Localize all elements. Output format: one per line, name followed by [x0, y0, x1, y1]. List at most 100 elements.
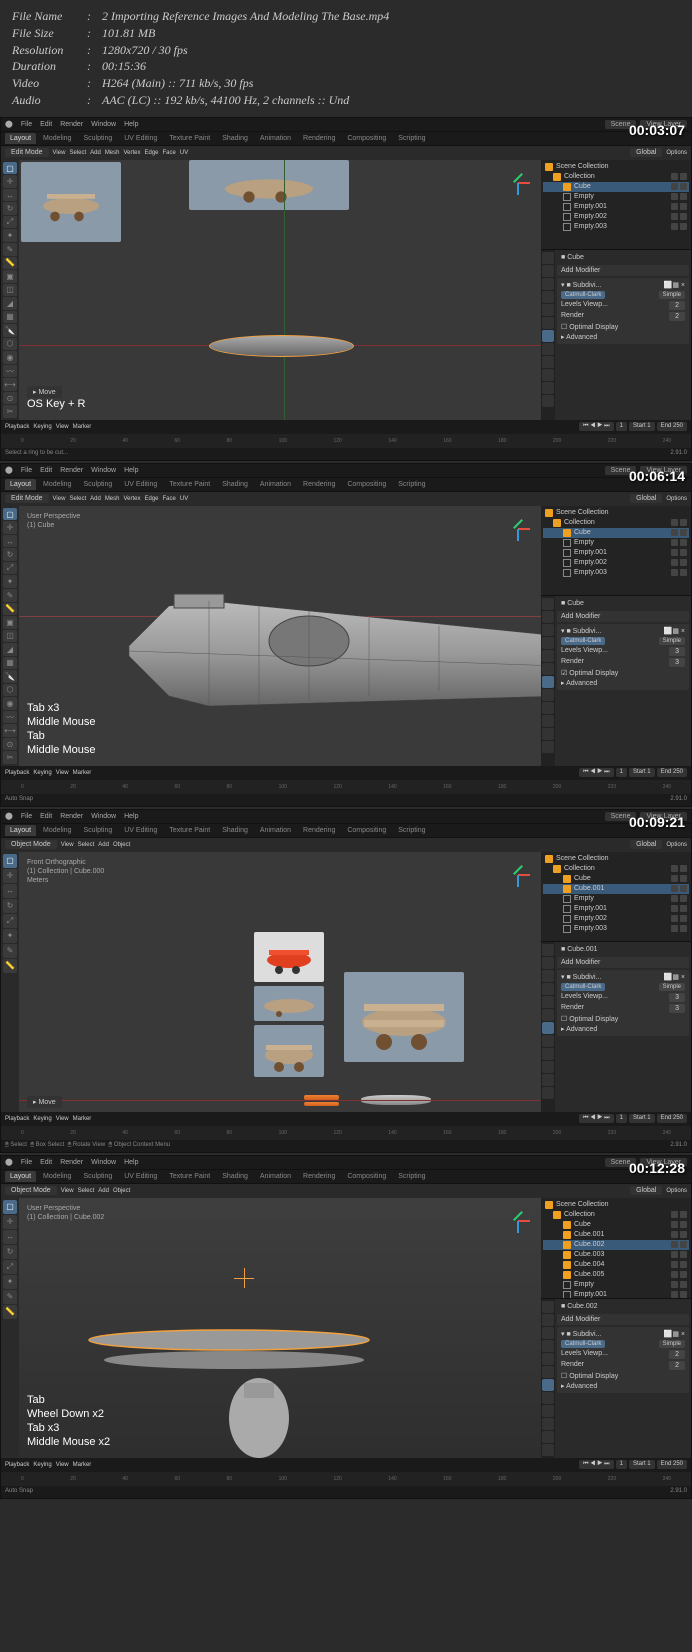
tool-inset[interactable]: ◫ [3, 284, 17, 297]
reference-image-1 [21, 162, 121, 242]
ref-wood-plane-3 [344, 972, 464, 1062]
menu-file[interactable]: File [21, 121, 32, 128]
tab-rendering[interactable]: Rendering [298, 133, 340, 144]
timestamp: 00:03:07 [629, 122, 685, 138]
ptab-constraint[interactable] [542, 369, 554, 381]
outliner[interactable]: Scene Collection Collection Cube Empty E… [541, 160, 691, 250]
nav-gizmo[interactable] [503, 1206, 533, 1236]
outliner-empty001[interactable]: Empty.001 [543, 202, 689, 212]
viewport-levels[interactable]: 2 [669, 301, 685, 310]
tab-modeling[interactable]: Modeling [38, 133, 76, 144]
viewport-3d[interactable]: User Perspective (1) Collection | Cube.0… [19, 1198, 541, 1458]
ptab-scene[interactable] [542, 291, 554, 303]
tool-rotate[interactable]: ↻ [3, 202, 17, 215]
tool-rip[interactable]: ✂ [3, 405, 17, 418]
right-side: Scene Collection Collection Cube Empty E… [541, 160, 691, 420]
tool-shrink[interactable]: ⊙ [3, 392, 17, 405]
tab-uv[interactable]: UV Editing [119, 133, 162, 144]
tl-marker[interactable]: Marker [73, 424, 92, 430]
toolbar-left: ▢ ✛ ↔ ↻ ⤢ ✦ ✎ 📏 ▣ ◫ ◢ ▦ 🔪 ⬡ ◉ 〰 ⟷ ⊙ ✂ [1, 160, 19, 420]
ptab-view[interactable] [542, 278, 554, 290]
simple-btn[interactable]: Simple [659, 291, 685, 299]
header-view[interactable]: View [53, 150, 66, 156]
menu-window[interactable]: Window [91, 121, 116, 128]
frame-1: 00:03:07 ⬤ File Edit Render Window Help … [0, 117, 692, 461]
model-fuselage [209, 335, 354, 357]
catmull-btn[interactable]: Catmull-Clark [561, 291, 605, 299]
tool-smooth[interactable]: 〰 [3, 365, 17, 378]
model-wings [79, 1318, 379, 1378]
frame-end[interactable]: End 250 [657, 422, 687, 431]
timeline[interactable]: Playback Keying View Marker ⏮ ◀ ▶ ⏭ 1 St… [1, 420, 691, 448]
header-add[interactable]: Add [90, 150, 101, 156]
ptab-object[interactable] [542, 317, 554, 329]
tool-knife[interactable]: 🔪 [3, 324, 17, 337]
tool-extrude[interactable]: ▣ [3, 270, 17, 283]
frame-current[interactable]: 1 [616, 422, 627, 431]
tool-bevel[interactable]: ◢ [3, 297, 17, 310]
viewport-3d[interactable]: Front Orthographic (1) Collection | Cube… [19, 852, 541, 1112]
operator-panel[interactable]: ▸ Move [27, 1096, 62, 1108]
tl-keying[interactable]: Keying [33, 424, 51, 430]
header-uv[interactable]: UV [180, 150, 188, 156]
reference-image-2 [189, 160, 349, 210]
tl-playback[interactable]: Playback [5, 424, 29, 430]
menu-edit[interactable]: Edit [40, 121, 52, 128]
ptab-render[interactable] [542, 252, 554, 264]
tab-shading[interactable]: Shading [217, 133, 253, 144]
nav-gizmo[interactable] [503, 860, 533, 890]
header-mesh[interactable]: Mesh [105, 150, 120, 156]
tool-loopcut[interactable]: ▦ [3, 311, 17, 324]
outliner-empty[interactable]: Empty [543, 192, 689, 202]
viewport-3d[interactable]: User Orthographic OS Key + R ▸ Move [19, 160, 541, 420]
tab-texture[interactable]: Texture Paint [164, 133, 215, 144]
outliner-empty002[interactable]: Empty.002 [543, 212, 689, 222]
render-levels[interactable]: 2 [669, 312, 685, 321]
play-controls[interactable]: ⏮ ◀ ▶ ⏭ [579, 422, 614, 431]
tab-sculpting[interactable]: Sculpting [78, 133, 117, 144]
header-edge[interactable]: Edge [145, 150, 159, 156]
tl-view[interactable]: View [56, 424, 69, 430]
tab-layout[interactable]: Layout [5, 133, 36, 144]
menu-help[interactable]: Help [124, 121, 138, 128]
ptab-world[interactable] [542, 304, 554, 316]
tab-scripting[interactable]: Scripting [393, 133, 430, 144]
menu-render[interactable]: Render [60, 121, 83, 128]
ptab-output[interactable] [542, 265, 554, 277]
viewport-3d[interactable]: User Perspective (1) Cube Tab x3 Middle … [19, 506, 541, 766]
ptab-material[interactable] [542, 395, 554, 407]
timeline-ruler[interactable]: 020406080100120140160180200220240 [1, 434, 691, 448]
header-vertex[interactable]: Vertex [123, 150, 140, 156]
nav-gizmo[interactable] [503, 168, 533, 198]
tool-measure[interactable]: 📏 [3, 257, 17, 270]
ptab-data[interactable] [542, 382, 554, 394]
frame-3: 00:09:21 ⬤ FileEdit RenderWindow Help Sc… [0, 809, 692, 1153]
nav-gizmo[interactable] [503, 514, 533, 544]
tool-move[interactable]: ↔ [3, 189, 17, 202]
frame-start[interactable]: Start 1 [629, 422, 655, 431]
options[interactable]: Options [666, 150, 687, 156]
tab-animation[interactable]: Animation [255, 133, 296, 144]
properties-panel: ■ Cube Add Modifier ▾ ■ Subdivi...⬜▦ × C… [555, 250, 691, 420]
empty-icon [563, 223, 571, 231]
mode-select[interactable]: Edit Mode [5, 148, 49, 157]
tool-select[interactable]: ▢ [3, 162, 17, 175]
header-select[interactable]: Select [69, 150, 86, 156]
header-face[interactable]: Face [163, 150, 176, 156]
outliner-cube[interactable]: Cube [543, 182, 689, 192]
tool-transform[interactable]: ✦ [3, 229, 17, 242]
outliner-empty003[interactable]: Empty.003 [543, 222, 689, 232]
tool-scale[interactable]: ⤢ [3, 216, 17, 229]
ptab-particle[interactable] [542, 343, 554, 355]
ptab-modifier[interactable] [542, 330, 554, 342]
add-modifier-btn[interactable]: Add Modifier [557, 265, 689, 276]
operator-panel[interactable]: ▸ Move [27, 386, 62, 398]
tool-cursor[interactable]: ✛ [3, 175, 17, 188]
orientation[interactable]: Global [630, 148, 662, 157]
tool-poly[interactable]: ⬡ [3, 338, 17, 351]
tool-slide[interactable]: ⟷ [3, 378, 17, 391]
tab-compositing[interactable]: Compositing [342, 133, 391, 144]
tool-spin[interactable]: ◉ [3, 351, 17, 364]
ptab-physics[interactable] [542, 356, 554, 368]
tool-annotate[interactable]: ✎ [3, 243, 17, 256]
